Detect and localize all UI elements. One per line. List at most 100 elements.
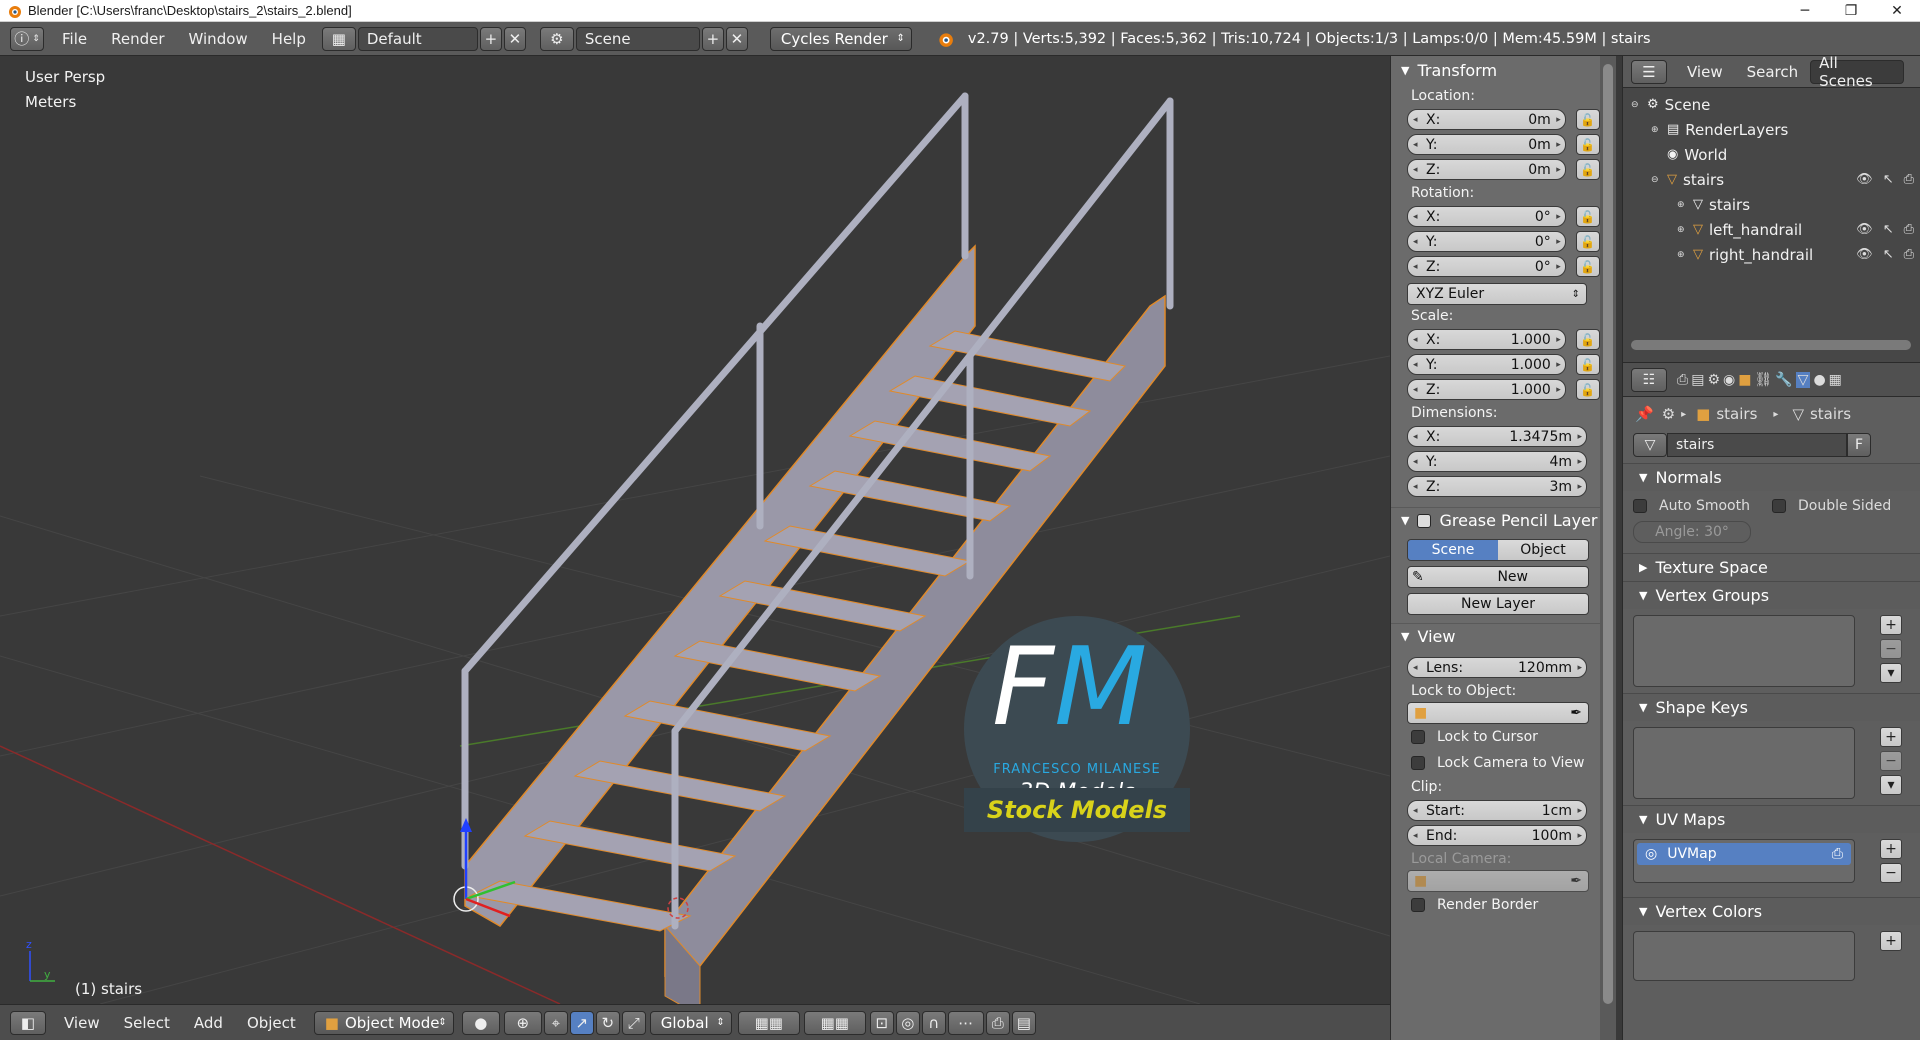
scale-z-field[interactable]: Z:1.000 — [1407, 379, 1566, 400]
eye-icon[interactable]: 👁 — [1856, 222, 1873, 237]
render-border-row[interactable]: Render Border — [1391, 892, 1600, 918]
double-sided-checkbox[interactable] — [1771, 499, 1786, 513]
expand-icon[interactable]: ⊕ — [1677, 250, 1689, 260]
close-button[interactable]: ✕ — [1874, 0, 1920, 22]
expand-icon[interactable]: ⊕ — [1677, 225, 1689, 235]
mesh-name-field[interactable]: stairs — [1667, 433, 1847, 457]
outliner-editor-type-button[interactable]: ☰ — [1631, 59, 1667, 84]
menu-render[interactable]: Render — [99, 30, 176, 48]
vertex-group-menu-button[interactable]: ▾ — [1880, 663, 1902, 683]
grease-pencil-checkbox[interactable] — [1417, 513, 1432, 528]
uv-maps-panel-header[interactable]: ▼ UV Maps — [1623, 805, 1920, 833]
lock-icon[interactable]: 🔓 — [1575, 256, 1600, 277]
vertex-colors-list[interactable] — [1633, 931, 1855, 981]
menu-add[interactable]: Add — [182, 1014, 235, 1032]
proportional-edit-button[interactable]: ◎ — [895, 1010, 920, 1035]
local-camera-field[interactable]: ■ ✒ — [1407, 870, 1589, 892]
lock-icon[interactable]: 🔓 — [1575, 206, 1600, 227]
minimize-button[interactable]: ─ — [1782, 0, 1828, 22]
render-border-checkbox[interactable] — [1411, 898, 1425, 912]
remove-vertex-group-button[interactable]: − — [1880, 639, 1902, 659]
location-z-field[interactable]: Z:0m — [1407, 159, 1566, 180]
properties-editor-type-button[interactable]: ☷ — [1631, 367, 1667, 392]
outliner-stairs-object[interactable]: ⊖ ▽ stairs 👁 ↖ ⎙ — [1623, 167, 1920, 192]
shape-keys-list[interactable] — [1633, 727, 1855, 799]
lock-icon[interactable]: 🔓 — [1575, 134, 1600, 155]
manipulator-toggle[interactable]: ⌖ — [543, 1010, 568, 1035]
lock-icon[interactable]: 🔓 — [1575, 379, 1600, 400]
camera-icon[interactable]: ⎙ — [1904, 222, 1914, 237]
autosmooth-angle-field[interactable]: Angle: 30° — [1633, 521, 1751, 543]
add-vertex-color-button[interactable]: + — [1880, 931, 1902, 951]
lock-layers-button[interactable]: ⊡ — [869, 1010, 894, 1035]
lock-icon[interactable]: 🔓 — [1575, 354, 1600, 375]
translate-manipulator[interactable]: ↗ — [569, 1010, 594, 1035]
modifiers-tab-icon[interactable]: 🔧 — [1775, 372, 1792, 388]
orientation-dropdown[interactable]: Global ⇕ — [649, 1010, 732, 1035]
outliner-left-handrail[interactable]: ⊕ ▽ left_handrail 👁 ↖ ⎙ — [1623, 217, 1920, 242]
cursor-icon[interactable]: ↖ — [1883, 172, 1894, 187]
world-tab-icon[interactable]: ◉ — [1723, 372, 1735, 388]
cursor-icon[interactable]: ↖ — [1883, 222, 1894, 237]
rotation-z-field[interactable]: Z:0° — [1407, 256, 1566, 277]
transform-panel-header[interactable]: ▼ Transform — [1391, 57, 1600, 83]
lock-icon[interactable]: 🔓 — [1575, 159, 1600, 180]
scale-y-field[interactable]: Y:1.000 — [1407, 354, 1566, 375]
lock-to-cursor-checkbox[interactable] — [1411, 730, 1425, 744]
material-tab-icon[interactable]: ● — [1813, 372, 1825, 388]
menu-view[interactable]: View — [52, 1014, 112, 1032]
pivot-dropdown[interactable]: ⊕ — [503, 1010, 542, 1035]
cursor-icon[interactable]: ↖ — [1883, 247, 1894, 262]
eye-icon[interactable]: 👁 — [1856, 247, 1873, 262]
collapse-icon[interactable]: ⊖ — [1651, 175, 1663, 185]
scrollbar-thumb[interactable] — [1603, 64, 1613, 1004]
grease-object-tab[interactable]: Object — [1498, 540, 1588, 560]
outliner-right-handrail[interactable]: ⊕ ▽ right_handrail 👁 ↖ ⎙ — [1623, 242, 1920, 267]
delete-scene-button[interactable]: ✕ — [725, 26, 748, 51]
outliner-renderlayers[interactable]: ⊕ ▤ RenderLayers — [1623, 117, 1920, 142]
scale-manipulator[interactable]: ⤢ — [621, 1010, 646, 1035]
eye-icon[interactable]: 👁 — [1856, 172, 1873, 187]
scale-x-field[interactable]: X:1.000 — [1407, 329, 1566, 350]
vertex-colors-panel-header[interactable]: ▼ Vertex Colors — [1623, 897, 1920, 925]
add-layout-button[interactable]: + — [479, 26, 502, 51]
add-scene-button[interactable]: + — [701, 26, 724, 51]
outliner-scene[interactable]: ⊖ ⚙ Scene — [1623, 92, 1920, 117]
screen-layout-field[interactable]: Default — [357, 26, 478, 51]
render-engine-dropdown[interactable]: Cycles Render ⇕ — [769, 26, 912, 51]
menu-help[interactable]: Help — [260, 30, 318, 48]
3d-viewport[interactable]: z y User Persp Meters (1) stairs FM FRAN… — [0, 56, 1390, 1004]
outliner-menu-search[interactable]: Search — [1735, 63, 1811, 81]
lock-camera-checkbox[interactable] — [1411, 756, 1425, 770]
remove-shape-key-button[interactable]: − — [1880, 751, 1902, 771]
data-tab-icon[interactable]: ▽ — [1795, 371, 1811, 388]
expand-icon[interactable]: ⊕ — [1651, 125, 1663, 135]
scene-tab-icon[interactable]: ⚙ — [1707, 372, 1720, 388]
object-tab-icon[interactable]: ■ — [1738, 372, 1751, 388]
grease-pencil-panel-header[interactable]: ▼ Grease Pencil Layer — [1391, 507, 1600, 533]
scene-field[interactable]: Scene — [575, 26, 700, 51]
dimensions-y-field[interactable]: Y:4m — [1407, 451, 1587, 472]
vertex-groups-panel-header[interactable]: ▼ Vertex Groups — [1623, 581, 1920, 609]
editor-type-button[interactable]: ◧ — [10, 1010, 46, 1035]
fake-user-button[interactable]: F — [1847, 433, 1871, 457]
render-opengl-button[interactable]: ⎙ — [985, 1010, 1010, 1035]
auto-smooth-checkbox[interactable] — [1633, 499, 1647, 513]
uv-map-item[interactable]: ◎ UVMap ⎙ — [1637, 843, 1851, 865]
shading-dropdown[interactable]: ● — [461, 1010, 500, 1035]
collapse-icon[interactable]: ⊖ — [1631, 100, 1643, 110]
remove-uv-map-button[interactable]: − — [1880, 863, 1902, 883]
rotation-x-field[interactable]: X:0° — [1407, 206, 1566, 227]
lock-object-field[interactable]: ■ ✒ — [1407, 702, 1589, 724]
lock-icon[interactable]: 🔓 — [1575, 329, 1600, 350]
add-vertex-group-button[interactable]: + — [1880, 615, 1902, 635]
render-tab-icon[interactable]: ⎙ — [1677, 372, 1688, 388]
mode-dropdown[interactable]: ■ Object Mode ⇕ — [313, 1010, 454, 1035]
scene-selector-button[interactable]: ⚙ — [539, 26, 574, 51]
constraints-tab-icon[interactable]: ⛓ — [1754, 372, 1772, 388]
snap-element-dropdown[interactable]: ⋯ — [947, 1010, 984, 1035]
layers-block-2[interactable]: ▦▦ — [803, 1010, 866, 1035]
add-shape-key-button[interactable]: + — [1880, 727, 1902, 747]
clip-end-field[interactable]: End:100m — [1407, 825, 1587, 846]
outliner-world[interactable]: ◉ World — [1623, 142, 1920, 167]
